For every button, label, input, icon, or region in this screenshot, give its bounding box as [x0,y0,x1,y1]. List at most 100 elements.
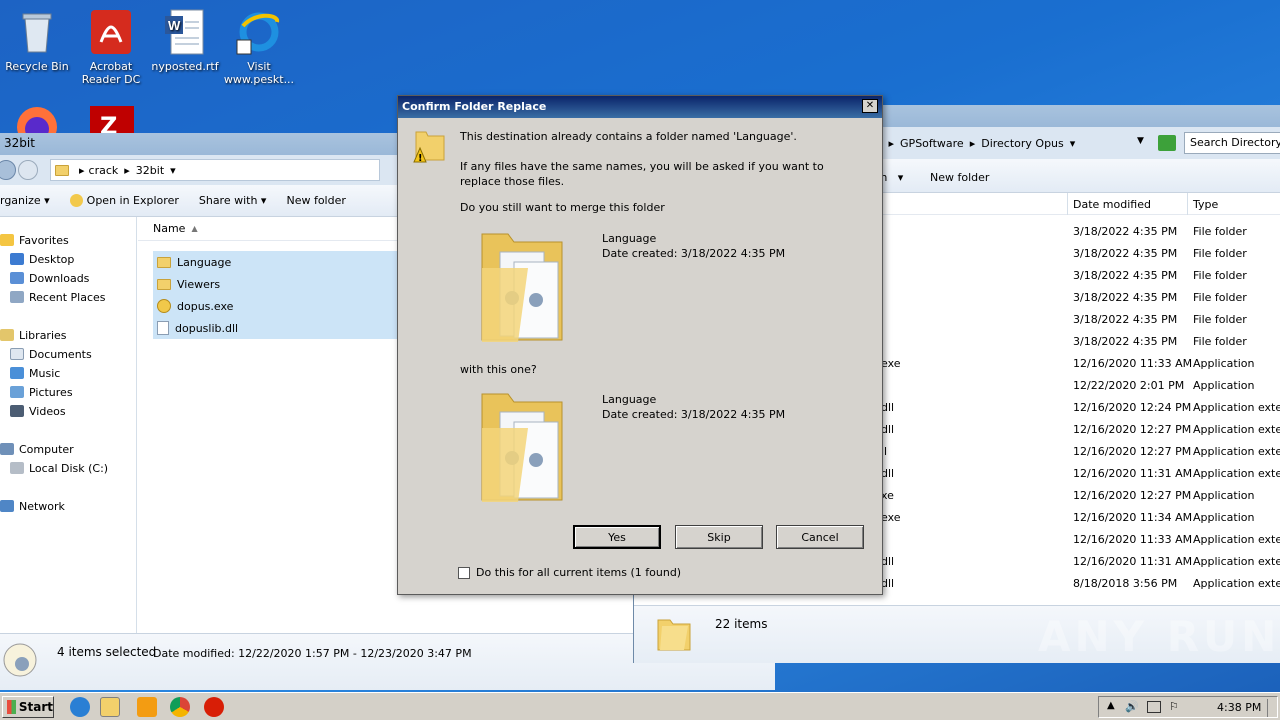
flag-icon[interactable]: ⚐ [1169,700,1179,713]
network-icon[interactable] [1147,701,1161,713]
file-type: Application [1193,489,1255,502]
nav-favorites[interactable]: Favorites [0,231,69,249]
folder-icon [157,278,171,290]
volume-icon[interactable]: 🔊 [1125,700,1139,713]
apply-to-all-label: Do this for all current items (1 found) [476,566,682,579]
new-folder-button[interactable]: New folder [930,171,989,184]
internet-explorer-icon[interactable] [70,697,90,717]
start-button[interactable]: Start [2,696,54,718]
explorer-taskbar-icon[interactable] [100,697,120,717]
breadcrumb[interactable]: es▸ GPSoftware▸ Directory Opus▾ [870,132,1075,154]
file-date: 3/18/2022 4:35 PM [1073,269,1178,282]
file-row-viewers[interactable]: Viewers [153,273,413,295]
open-in-explorer-button[interactable]: Open in Explorer [60,194,189,208]
breadcrumb-crack[interactable]: crack [89,164,119,177]
tray-expand-icon[interactable]: ▲ [1107,700,1115,711]
file-date: 3/18/2022 4:35 PM [1073,247,1178,260]
desktop-icon-label: Visit www.peskt... [223,60,295,86]
destination-folder-name: Language [602,393,657,406]
nav-music[interactable]: Music [10,364,60,382]
desktop-icon-nyposted[interactable]: W nyposted.rtf [148,8,222,73]
refresh-icon[interactable] [1158,135,1176,151]
nav-network[interactable]: Network [0,497,65,515]
file-date: 12/16/2020 11:34 AM [1073,511,1193,524]
file-date: 3/18/2022 4:35 PM [1073,313,1178,326]
file-date: 12/16/2020 11:31 AM [1073,555,1193,568]
dll-icon [157,321,169,335]
nav-pictures[interactable]: Pictures [10,383,73,401]
show-desktop-button[interactable] [1267,699,1277,717]
nav-computer[interactable]: Computer [0,440,74,458]
desktop-icon-label: nyposted.rtf [151,60,219,73]
file-row-language[interactable]: Language [153,251,413,273]
internet-explorer-icon [235,8,283,56]
nav-downloads[interactable]: Downloads [10,269,89,287]
search-input[interactable]: Search Directory O [1184,132,1280,154]
desktop-icon-recycle-bin[interactable]: Recycle Bin [0,8,74,73]
clock[interactable]: 4:38 PM [1217,701,1261,714]
desktop-icon-visit[interactable]: Visit www.peskt... [222,8,296,86]
address-dropdown-arrow[interactable]: ▼ [1137,136,1144,146]
column-header-type[interactable]: Type [1187,193,1223,215]
destination-folder-date: Date created: 3/18/2022 4:35 PM [602,408,786,421]
pictures-icon [10,386,24,398]
file-type: Application extens [1193,445,1280,458]
folder-icon [55,164,69,176]
breadcrumb-32bit[interactable]: 32bit [136,164,164,177]
back-button[interactable] [0,160,16,180]
forward-button[interactable] [18,160,38,180]
nav-desktop[interactable]: Desktop [10,250,74,268]
file-type: File folder [1193,247,1247,260]
svg-text:!: ! [418,153,423,164]
file-row-dopus-exe[interactable]: dopus.exe [153,295,413,317]
selection-count: 4 items selected [57,645,157,659]
new-folder-button[interactable]: New folder [276,194,355,207]
column-header-date-modified[interactable]: Date modified [1067,193,1156,215]
firefox-icon[interactable] [14,104,60,134]
word-document-icon: W [161,8,209,56]
breadcrumb-item[interactable]: Directory Opus [981,137,1064,150]
file-date: 3/18/2022 4:35 PM [1073,335,1178,348]
source-folder-date: Date created: 3/18/2022 4:35 PM [602,247,786,260]
yes-button[interactable]: Yes [573,525,661,549]
close-button[interactable]: ✕ [862,99,878,113]
star-icon [0,234,14,246]
nav-documents[interactable]: Documents [10,345,92,363]
file-type: Application extens [1193,423,1280,436]
breadcrumb-item[interactable]: GPSoftware [900,137,964,150]
nav-videos[interactable]: Videos [10,402,66,420]
confirm-folder-replace-dialog: Confirm Folder Replace ✕ ! This destinat… [397,95,883,595]
large-folder-icon [478,388,568,508]
source-folder-name: Language [602,232,657,245]
file-type: Application extens [1193,533,1280,546]
date-modified-range: Date modified: 12/22/2020 1:57 PM - 12/2… [153,647,472,660]
breadcrumb[interactable]: ▸ crack ▸ 32bit ▾ [50,159,380,181]
chrome-icon[interactable] [170,697,190,717]
file-type: Application extens [1193,401,1280,414]
svg-text:W: W [168,18,181,33]
apply-to-all-option[interactable]: Do this for all current items (1 found) [458,566,681,579]
file-row-dopuslib-dll[interactable]: dopuslib.dll [153,317,413,339]
file-type: File folder [1193,313,1247,326]
folder-icon [157,256,171,268]
open-icon [69,194,83,208]
filezilla-icon[interactable]: Z [88,104,136,134]
file-name: exe [881,511,901,524]
nav-libraries[interactable]: Libraries [0,326,67,344]
desktop-icon-acrobat[interactable]: Acrobat Reader DC [74,8,148,86]
message-line-3: Do you still want to merge this folder [460,201,665,214]
share-with-button[interactable]: Share with ▾ [189,194,277,207]
opera-icon[interactable] [204,697,224,717]
file-name: exe [881,357,901,370]
apply-to-all-checkbox[interactable] [458,566,470,579]
nav-recent-places[interactable]: Recent Places [10,288,106,306]
item-count: 22 items [715,617,768,631]
cancel-button[interactable]: Cancel [776,525,864,549]
skip-button[interactable]: Skip [675,525,763,549]
organize-button[interactable]: rganize ▾ [0,194,60,207]
nav-local-disk[interactable]: Local Disk (C:) [10,459,108,477]
videos-icon [10,405,24,417]
media-player-icon[interactable] [137,697,157,717]
file-date: 12/22/2020 2:01 PM [1073,379,1185,392]
file-type: File folder [1193,291,1247,304]
